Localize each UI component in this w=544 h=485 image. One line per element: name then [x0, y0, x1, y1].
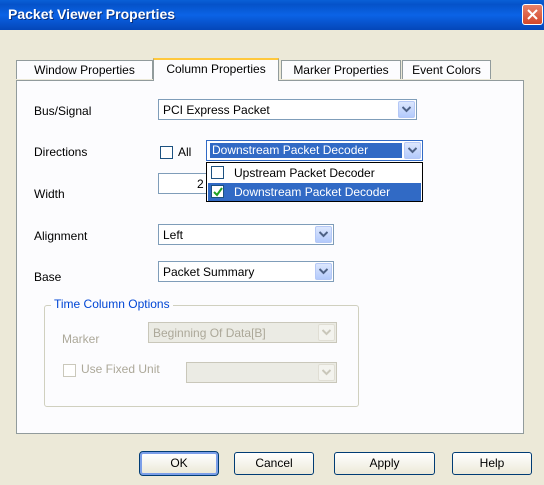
close-button[interactable] — [522, 4, 543, 25]
chevron-down-icon[interactable] — [398, 101, 415, 118]
chevron-down-icon[interactable] — [315, 263, 332, 280]
cancel-button[interactable]: Cancel — [234, 452, 314, 475]
width-input[interactable]: 2 — [158, 173, 208, 194]
directions-dropdown-list: Upstream Packet Decoder Downstream Packe… — [206, 162, 423, 202]
window-title: Packet Viewer Properties — [8, 6, 176, 22]
tab-event-colors[interactable]: Event Colors — [402, 60, 491, 79]
option-label: Downstream Packet Decoder — [234, 185, 391, 199]
dropdown-option-downstream[interactable]: Downstream Packet Decoder — [208, 183, 421, 201]
fixed-unit-select[interactable] — [186, 362, 337, 383]
chevron-down-icon[interactable] — [318, 324, 335, 341]
title-bar[interactable]: Packet Viewer Properties — [0, 0, 544, 30]
time-column-options-group — [44, 305, 359, 407]
width-value: 2 — [197, 177, 204, 191]
marker-select[interactable]: Beginning Of Data[B] — [148, 322, 337, 343]
base-value: Packet Summary — [163, 265, 255, 279]
checkmark-icon — [213, 187, 223, 197]
directions-label: Directions — [34, 145, 88, 159]
help-button[interactable]: Help — [452, 452, 532, 475]
marker-value: Beginning Of Data[B] — [153, 326, 266, 340]
base-label: Base — [34, 270, 62, 284]
marker-label: Marker — [62, 332, 100, 346]
directions-all-label: All — [178, 145, 192, 159]
tab-column-properties[interactable]: Column Properties — [153, 58, 279, 81]
time-column-options-title: Time Column Options — [51, 297, 173, 311]
use-fixed-unit-checkbox[interactable] — [63, 364, 76, 377]
dropdown-option-upstream[interactable]: Upstream Packet Decoder — [208, 164, 421, 182]
tab-marker-properties[interactable]: Marker Properties — [281, 60, 401, 79]
directions-value: Downstream Packet Decoder — [210, 143, 402, 158]
alignment-select[interactable]: Left — [158, 224, 334, 245]
option-checkbox[interactable] — [211, 166, 224, 179]
chevron-down-icon[interactable] — [315, 226, 332, 243]
directions-select[interactable]: Downstream Packet Decoder — [206, 140, 423, 161]
width-label: Width — [34, 187, 65, 201]
bus-signal-value: PCI Express Packet — [163, 103, 270, 117]
close-icon — [527, 9, 538, 20]
bus-signal-label: Bus/Signal — [34, 104, 92, 118]
bus-signal-select[interactable]: PCI Express Packet — [158, 99, 417, 120]
apply-button[interactable]: Apply — [334, 452, 435, 475]
properties-dialog: Packet Viewer Properties Window Properti… — [0, 0, 544, 485]
use-fixed-unit-label: Use Fixed Unit — [81, 362, 160, 376]
alignment-value: Left — [163, 228, 184, 242]
chevron-down-icon[interactable] — [318, 364, 335, 381]
option-checkbox[interactable] — [211, 185, 224, 198]
ok-button[interactable]: OK — [139, 451, 219, 476]
tab-window-properties[interactable]: Window Properties — [16, 60, 153, 79]
directions-all-checkbox[interactable] — [160, 146, 173, 159]
chevron-down-icon[interactable] — [404, 142, 421, 159]
base-select[interactable]: Packet Summary — [158, 261, 334, 282]
alignment-label: Alignment — [34, 229, 88, 243]
option-label: Upstream Packet Decoder — [234, 166, 375, 180]
